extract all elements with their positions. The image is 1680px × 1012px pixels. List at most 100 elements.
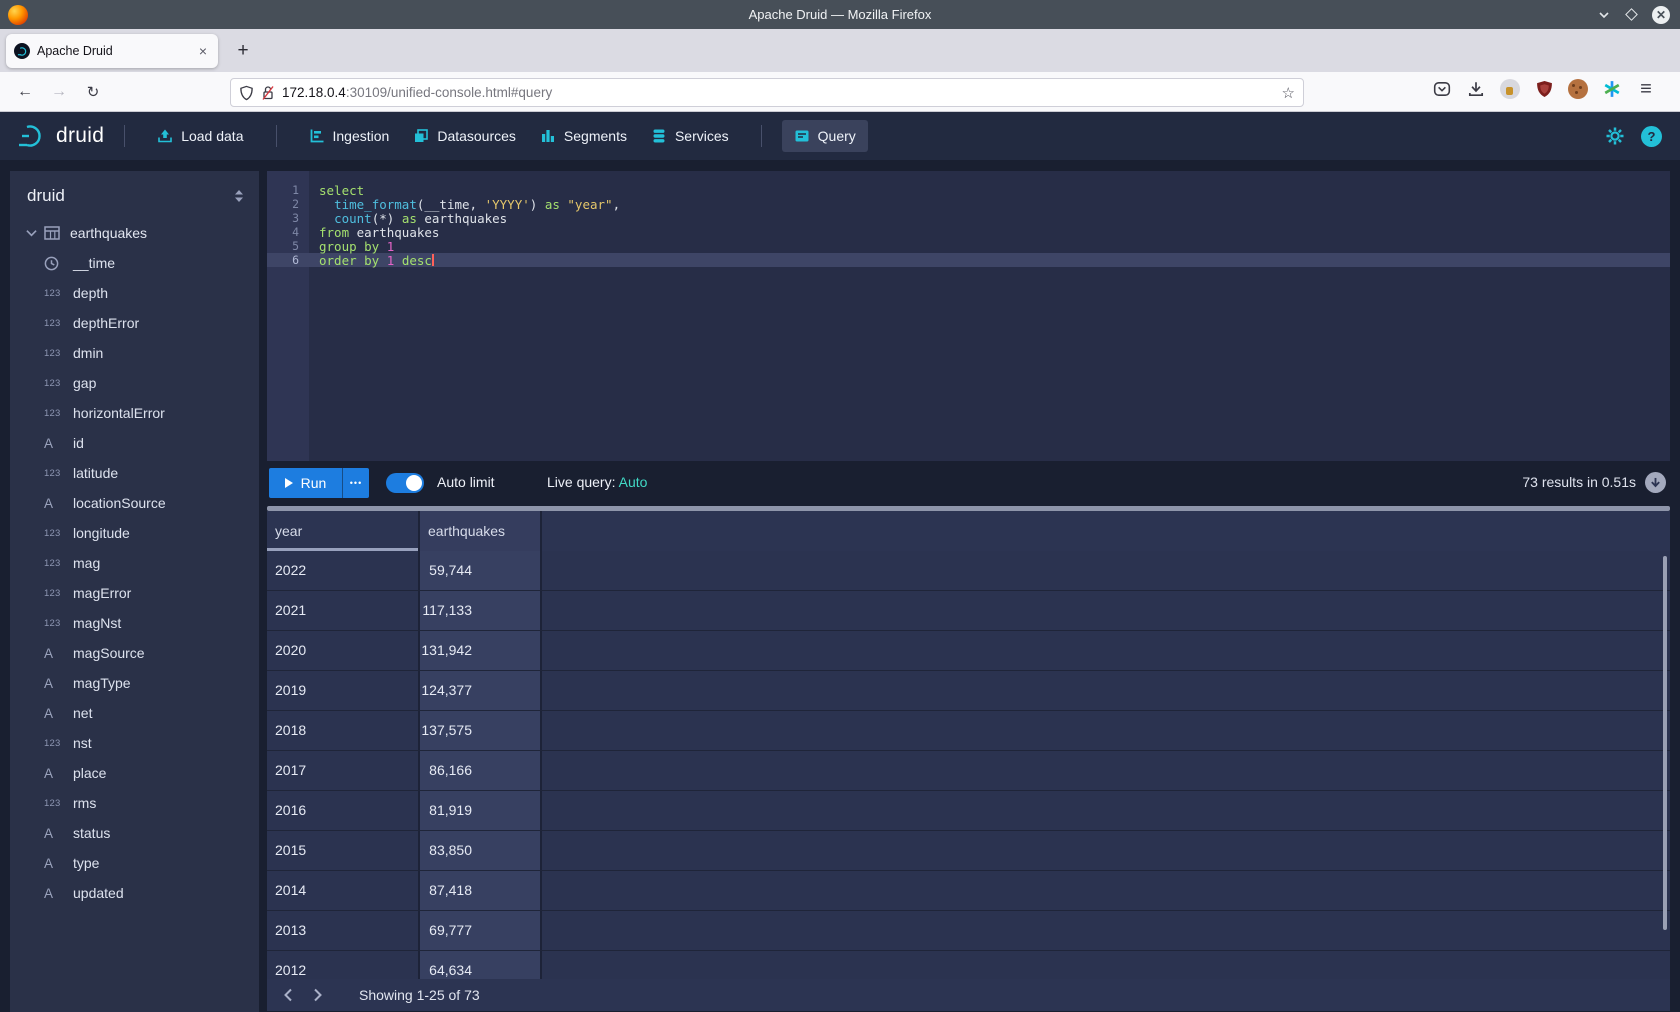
sidebar-field-magType[interactable]: AmagType (10, 668, 259, 698)
bookmark-star-icon[interactable]: ☆ (1282, 84, 1295, 102)
schema-selector[interactable]: druid (10, 171, 259, 214)
tab-close-icon[interactable]: × (196, 43, 210, 59)
menu-hamburger-icon[interactable]: ≡ (1636, 79, 1656, 99)
cell-year[interactable]: 2015 (267, 831, 418, 870)
column-header-year[interactable]: year (267, 511, 418, 551)
sidebar-table-earthquakes[interactable]: earthquakes (10, 218, 259, 248)
cell-earthquakes[interactable]: 87,418 (418, 871, 542, 910)
cookie-icon[interactable] (1568, 79, 1588, 99)
settings-gear-icon[interactable] (1605, 126, 1625, 146)
prev-page-button[interactable] (273, 979, 303, 1011)
extension-icon[interactable] (1500, 79, 1520, 99)
druid-logo[interactable]: druid (18, 123, 104, 149)
shield-icon[interactable] (239, 85, 254, 101)
chevron-down-icon[interactable] (22, 229, 40, 237)
sidebar-field-magNst[interactable]: 123magNst (10, 608, 259, 638)
sidebar-field-locationSource[interactable]: AlocationSource (10, 488, 259, 518)
sidebar-field-status[interactable]: Astatus (10, 818, 259, 848)
cell-year[interactable]: 2021 (267, 591, 418, 630)
table-row[interactable]: 201583,850 (267, 831, 1670, 871)
nav-item-load-data[interactable]: Load data (145, 120, 255, 152)
nav-item-segments[interactable]: Segments (528, 120, 639, 152)
help-icon[interactable]: ? (1641, 126, 1662, 147)
sidebar-field-depthError[interactable]: 123depthError (10, 308, 259, 338)
sidebar-field-magError[interactable]: 123magError (10, 578, 259, 608)
cell-earthquakes[interactable]: 86,166 (418, 751, 542, 790)
back-button[interactable]: ← (12, 79, 38, 105)
sidebar-field-horizontalError[interactable]: 123horizontalError (10, 398, 259, 428)
sidebar-field-longitude[interactable]: 123longitude (10, 518, 259, 548)
run-more-button[interactable]: ••• (342, 468, 369, 498)
downloads-icon[interactable] (1466, 79, 1486, 99)
download-results-icon[interactable] (1645, 472, 1666, 493)
ublock-shield-icon[interactable] (1534, 79, 1554, 99)
next-page-button[interactable] (303, 979, 333, 1011)
window-maximize-icon[interactable] (1625, 8, 1638, 21)
cell-earthquakes[interactable]: 64,634 (418, 951, 542, 979)
cell-earthquakes[interactable]: 117,133 (418, 591, 542, 630)
run-button[interactable]: Run (269, 468, 342, 498)
cell-year[interactable]: 2014 (267, 871, 418, 910)
reload-button[interactable]: ↻ (80, 79, 106, 105)
cell-earthquakes[interactable]: 81,919 (418, 791, 542, 830)
sidebar-field-type[interactable]: Atype (10, 848, 259, 878)
sidebar-field-gap[interactable]: 123gap (10, 368, 259, 398)
table-row[interactable]: 201264,634 (267, 951, 1670, 979)
cell-earthquakes[interactable]: 131,942 (418, 631, 542, 670)
code-line-4[interactable]: from earthquakes (309, 225, 1670, 239)
code-line-2[interactable]: time_format(__time, 'YYYY') as "year", (309, 197, 1670, 211)
forward-button[interactable]: → (46, 79, 72, 105)
table-row[interactable]: 201487,418 (267, 871, 1670, 911)
column-header-earthquakes[interactable]: earthquakes (418, 511, 542, 551)
window-minimize-icon[interactable] (1597, 8, 1611, 22)
table-row[interactable]: 2020131,942 (267, 631, 1670, 671)
sql-editor[interactable]: 123456 select time_format(__time, 'YYYY'… (267, 171, 1670, 461)
table-row[interactable]: 2019124,377 (267, 671, 1670, 711)
new-tab-button[interactable]: + (230, 38, 256, 64)
sidebar-field-id[interactable]: Aid (10, 428, 259, 458)
table-row[interactable]: 202259,744 (267, 551, 1670, 591)
sidebar-field-__time[interactable]: __time (10, 248, 259, 278)
sidebar-field-latitude[interactable]: 123latitude (10, 458, 259, 488)
auto-limit-toggle[interactable] (386, 473, 424, 493)
sidebar-field-place[interactable]: Aplace (10, 758, 259, 788)
cell-year[interactable]: 2018 (267, 711, 418, 750)
nav-item-query[interactable]: Query (782, 120, 868, 152)
cell-year[interactable]: 2016 (267, 791, 418, 830)
cell-year[interactable]: 2022 (267, 551, 418, 590)
table-row[interactable]: 2018137,575 (267, 711, 1670, 751)
sidebar-field-nst[interactable]: 123nst (10, 728, 259, 758)
table-row[interactable]: 2021117,133 (267, 591, 1670, 631)
code-line-3[interactable]: count(*) as earthquakes (309, 211, 1670, 225)
code-line-5[interactable]: group by 1 (309, 239, 1670, 253)
pocket-icon[interactable] (1432, 79, 1452, 99)
cell-earthquakes[interactable]: 124,377 (418, 671, 542, 710)
sidebar-field-dmin[interactable]: 123dmin (10, 338, 259, 368)
cell-earthquakes[interactable]: 137,575 (418, 711, 542, 750)
cell-earthquakes[interactable]: 69,777 (418, 911, 542, 950)
nav-item-datasources[interactable]: Datasources (401, 120, 528, 152)
vertical-scrollbar[interactable] (1663, 556, 1667, 930)
table-row[interactable]: 201681,919 (267, 791, 1670, 831)
sidebar-field-mag[interactable]: 123mag (10, 548, 259, 578)
code-line-6[interactable]: order by 1 desc (309, 253, 1670, 267)
cell-earthquakes[interactable]: 59,744 (418, 551, 542, 590)
nav-item-ingestion[interactable]: Ingestion (297, 120, 402, 152)
sidebar-field-depth[interactable]: 123depth (10, 278, 259, 308)
window-close-icon[interactable]: ✕ (1652, 6, 1670, 24)
live-query-value[interactable]: Auto (619, 474, 648, 490)
table-row[interactable]: 201786,166 (267, 751, 1670, 791)
url-bar[interactable]: 172.18.0.4:30109/unified-console.html#qu… (230, 78, 1304, 107)
cell-year[interactable]: 2020 (267, 631, 418, 670)
insecure-lock-icon[interactable] (261, 85, 275, 101)
editor-code[interactable]: select time_format(__time, 'YYYY') as "y… (309, 171, 1670, 461)
cell-earthquakes[interactable]: 83,850 (418, 831, 542, 870)
code-line-1[interactable]: select (309, 183, 1670, 197)
table-row[interactable]: 201369,777 (267, 911, 1670, 951)
colorful-asterisk-icon[interactable] (1602, 79, 1622, 99)
cell-year[interactable]: 2013 (267, 911, 418, 950)
nav-item-services[interactable]: Services (639, 120, 741, 152)
cell-year[interactable]: 2017 (267, 751, 418, 790)
sidebar-field-magSource[interactable]: AmagSource (10, 638, 259, 668)
sidebar-field-rms[interactable]: 123rms (10, 788, 259, 818)
